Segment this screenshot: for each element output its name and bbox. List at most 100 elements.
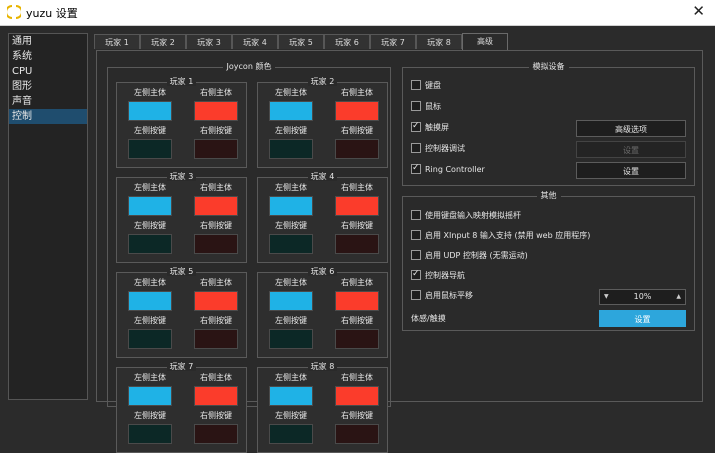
sidebar-item[interactable]: 通用 [9, 34, 87, 49]
left-body-color-swatch[interactable] [269, 196, 313, 216]
tab-player-3[interactable]: 玩家 3 [186, 34, 232, 49]
other-group: 其他 使用键盘输入映射模拟摇杆 启用 XInput 8 输入支持 (禁用 web … [402, 191, 695, 331]
right-body-color-swatch[interactable] [194, 101, 238, 121]
right-buttons-color-swatch[interactable] [335, 139, 379, 159]
left-buttons-color-swatch[interactable] [128, 139, 172, 159]
checkbox-label: 启用 XInput 8 输入支持 (禁用 web 应用程序) [425, 231, 591, 240]
right-buttons-label: 右侧按键 [200, 221, 232, 230]
left-buttons-color-swatch[interactable] [128, 424, 172, 444]
left-body-color-swatch[interactable] [128, 386, 172, 406]
right-buttons-cell: 右侧按键 [187, 221, 245, 254]
tab-player-6[interactable]: 玩家 6 [324, 34, 370, 49]
left-buttons-color-swatch[interactable] [269, 329, 313, 349]
window-title: yuzu 设置 [26, 7, 78, 20]
checkbox[interactable] [411, 142, 421, 153]
sidebar-item[interactable]: 图形 [9, 79, 87, 94]
left-buttons-color-swatch[interactable] [269, 139, 313, 159]
right-body-cell: 右侧主体 [328, 183, 386, 216]
device-settings-button: 设置 [576, 141, 686, 158]
left-body-label: 左侧主体 [134, 373, 166, 382]
right-body-color-swatch[interactable] [194, 291, 238, 311]
right-body-color-swatch[interactable] [335, 386, 379, 406]
player-color-box: 玩家 2 左侧主体 右侧主体 左侧按键 右侧按键 [257, 77, 388, 168]
left-buttons-color-swatch[interactable] [128, 234, 172, 254]
sidebar-item[interactable]: CPU [9, 64, 87, 79]
checkbox[interactable] [411, 79, 421, 90]
checkbox[interactable] [411, 100, 421, 111]
left-buttons-color-swatch[interactable] [269, 424, 313, 444]
left-body-color-swatch[interactable] [269, 291, 313, 311]
right-buttons-color-swatch[interactable] [335, 234, 379, 254]
checkbox[interactable] [411, 289, 421, 300]
checkbox[interactable] [411, 249, 421, 260]
right-buttons-color-swatch[interactable] [194, 139, 238, 159]
left-buttons-color-swatch[interactable] [269, 234, 313, 254]
right-buttons-color-swatch[interactable] [194, 329, 238, 349]
checkbox[interactable] [411, 161, 421, 175]
right-buttons-color-swatch[interactable] [194, 424, 238, 444]
emulated-device-row: Ring Controller [411, 161, 485, 177]
checkbox[interactable] [411, 209, 421, 220]
other-title: 其他 [536, 191, 561, 200]
checkbox-label: 鼠标 [425, 102, 441, 111]
left-buttons-color-swatch[interactable] [128, 329, 172, 349]
right-body-color-swatch[interactable] [335, 196, 379, 216]
right-buttons-color-swatch[interactable] [194, 234, 238, 254]
player-label-row: 玩家 3 [117, 172, 246, 182]
tab-player-8[interactable]: 玩家 8 [416, 34, 462, 49]
sidebar-item[interactable]: 声音 [9, 94, 87, 109]
mouse-sensitivity-spinbox[interactable]: ▼ 10% ▲ [599, 289, 686, 305]
left-body-color-swatch[interactable] [269, 101, 313, 121]
right-body-label: 右侧主体 [200, 88, 232, 97]
sidebar-item[interactable]: 系统 [9, 49, 87, 64]
right-body-cell: 右侧主体 [187, 373, 245, 406]
right-buttons-color-swatch[interactable] [335, 329, 379, 349]
tab-player-1[interactable]: 玩家 1 [94, 34, 140, 49]
player-label: 玩家 1 [166, 77, 197, 86]
touch-settings-button[interactable]: 设置 [599, 310, 686, 327]
left-body-label: 左侧主体 [134, 88, 166, 97]
settings-category-list[interactable]: 通用 系统 CPU 图形 声音 控制 [8, 33, 88, 400]
device-settings-button[interactable]: 高级选项 [576, 120, 686, 137]
right-body-color-swatch[interactable] [335, 101, 379, 121]
right-body-label: 右侧主体 [341, 183, 373, 192]
right-buttons-cell: 右侧按键 [187, 316, 245, 349]
tab-player-4[interactable]: 玩家 4 [232, 34, 278, 49]
touch-row: 体感/触摸 [411, 312, 446, 326]
spin-up-icon[interactable]: ▲ [676, 290, 681, 304]
tab-advanced[interactable]: 高级 [462, 33, 508, 50]
sidebar-item[interactable]: 控制 [9, 109, 87, 124]
other-option-row: 控制器导航 [411, 267, 465, 283]
right-buttons-cell: 右侧按键 [187, 411, 245, 444]
player-color-box: 玩家 4 左侧主体 右侧主体 左侧按键 右侧按键 [257, 172, 388, 263]
player-label: 玩家 5 [166, 267, 197, 276]
right-body-color-swatch[interactable] [335, 291, 379, 311]
checkbox[interactable] [411, 229, 421, 240]
device-settings-button[interactable]: 设置 [576, 162, 686, 179]
other-option-row: 启用 XInput 8 输入支持 (禁用 web 应用程序) [411, 229, 590, 243]
left-body-color-swatch[interactable] [128, 101, 172, 121]
right-body-label: 右侧主体 [200, 278, 232, 287]
left-buttons-label: 左侧按键 [134, 221, 166, 230]
right-buttons-label: 右侧按键 [341, 411, 373, 420]
right-buttons-color-swatch[interactable] [335, 424, 379, 444]
tab-player-5[interactable]: 玩家 5 [278, 34, 324, 49]
left-body-color-swatch[interactable] [269, 386, 313, 406]
right-buttons-label: 右侧按键 [200, 411, 232, 420]
left-body-color-swatch[interactable] [128, 291, 172, 311]
other-option-row: 启用 UDP 控制器 (无需运动) [411, 249, 528, 263]
checkbox[interactable] [411, 267, 421, 281]
left-buttons-cell: 左侧按键 [121, 411, 179, 444]
left-body-color-swatch[interactable] [128, 196, 172, 216]
right-body-color-swatch[interactable] [194, 386, 238, 406]
tab-player-2[interactable]: 玩家 2 [140, 34, 186, 49]
emulated-device-row: 控制器调试 [411, 142, 465, 156]
right-body-label: 右侧主体 [341, 373, 373, 382]
close-icon[interactable]: ✕ [692, 2, 705, 20]
checkbox[interactable] [411, 119, 421, 133]
player-color-box: 玩家 1 左侧主体 右侧主体 左侧按键 右侧按键 [116, 77, 247, 168]
right-buttons-cell: 右侧按键 [328, 316, 386, 349]
right-body-color-swatch[interactable] [194, 196, 238, 216]
tab-player-7[interactable]: 玩家 7 [370, 34, 416, 49]
touch-label: 体感/触摸 [411, 314, 446, 323]
